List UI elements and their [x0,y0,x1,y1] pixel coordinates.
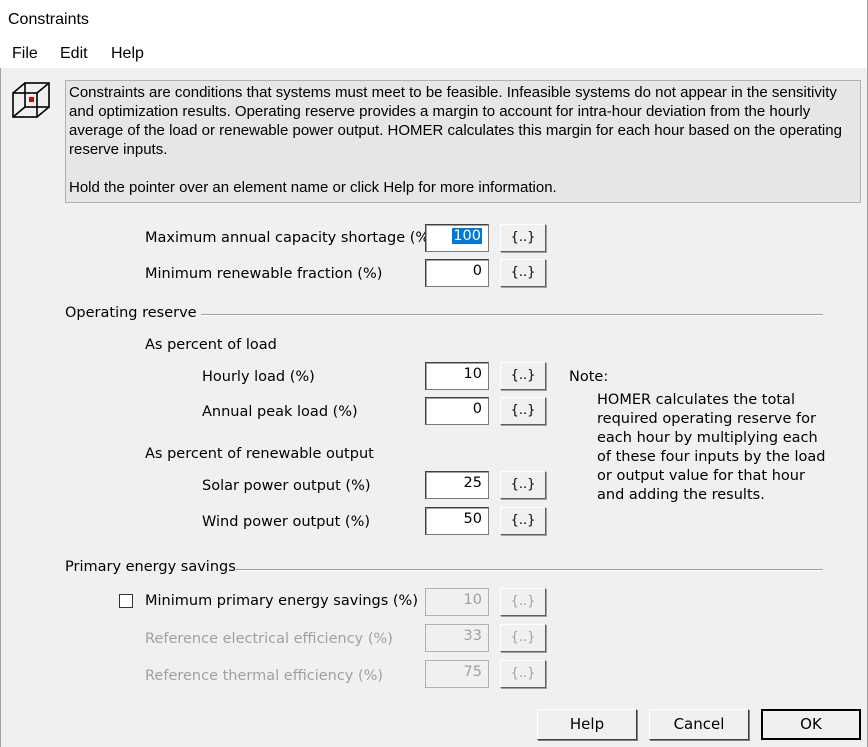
max-capacity-shortage-value: 100 [452,228,482,244]
annual-peak-load-input[interactable]: 0 [425,397,489,425]
percent-of-load-heading: As percent of load [145,337,277,353]
menu-bar: File Edit Help [0,40,868,68]
operating-reserve-divider [201,314,823,316]
note-body: HOMER calculates the total required oper… [597,392,826,503]
menu-edit[interactable]: Edit [60,45,88,63]
menu-file[interactable]: File [12,45,38,63]
help-button[interactable]: Help [537,709,637,740]
min-renewable-fraction-sensitivity-button[interactable]: {..} [500,259,546,287]
max-capacity-shortage-sensitivity-button[interactable]: {..} [500,224,546,252]
menu-help[interactable]: Help [111,45,144,63]
ref-thermal-sensitivity-button[interactable]: {..} [500,660,546,688]
min-primary-savings-sensitivity-button[interactable]: {..} [500,588,546,616]
hourly-load-label: Hourly load (%) [202,369,315,385]
note-title: Note: [569,369,609,385]
percent-of-renewable-heading: As percent of renewable output [145,446,374,462]
solar-output-sensitivity-button[interactable]: {..} [500,471,546,499]
annual-peak-load-label: Annual peak load (%) [202,404,358,420]
solar-output-label: Solar power output (%) [202,478,371,494]
info-paragraph-2: Hold the pointer over an element name or… [69,179,557,196]
hourly-load-sensitivity-button[interactable]: {..} [500,362,546,390]
annual-peak-load-sensitivity-button[interactable]: {..} [500,397,546,425]
cancel-button[interactable]: Cancel [649,709,749,740]
wind-output-sensitivity-button[interactable]: {..} [500,507,546,535]
min-renewable-fraction-label: Minimum renewable fraction (%) [145,266,383,282]
primary-energy-heading: Primary energy savings [65,559,236,575]
operating-reserve-heading: Operating reserve [65,305,197,321]
window-left-border [0,68,1,747]
solar-output-input[interactable]: 25 [425,471,489,499]
wind-output-input[interactable]: 50 [425,507,489,535]
cube-icon [12,82,50,118]
ok-button[interactable]: OK [761,709,861,740]
ref-thermal-label: Reference thermal efficiency (%) [145,668,384,684]
primary-energy-divider [236,569,823,571]
max-capacity-shortage-input[interactable]: 100 [425,224,489,252]
max-capacity-shortage-label: Maximum annual capacity shortage (%) [145,230,435,246]
min-primary-savings-label: Minimum primary energy savings (%) [145,593,418,609]
wind-output-label: Wind power output (%) [202,514,371,530]
min-renewable-fraction-input[interactable]: 0 [425,259,489,287]
ref-thermal-input[interactable]: 75 [425,660,489,688]
window-title: Constraints [8,11,89,28]
hourly-load-input[interactable]: 10 [425,362,489,390]
ref-electrical-input[interactable]: 33 [425,624,489,652]
info-description-box: Constraints are conditions that systems … [65,80,861,203]
ref-electrical-sensitivity-button[interactable]: {..} [500,624,546,652]
info-paragraph-1: Constraints are conditions that systems … [69,84,842,158]
min-primary-savings-input[interactable]: 10 [425,588,489,616]
min-primary-savings-checkbox[interactable] [119,594,133,608]
title-bar: Constraints [0,0,868,40]
ref-electrical-label: Reference electrical efficiency (%) [145,631,393,647]
